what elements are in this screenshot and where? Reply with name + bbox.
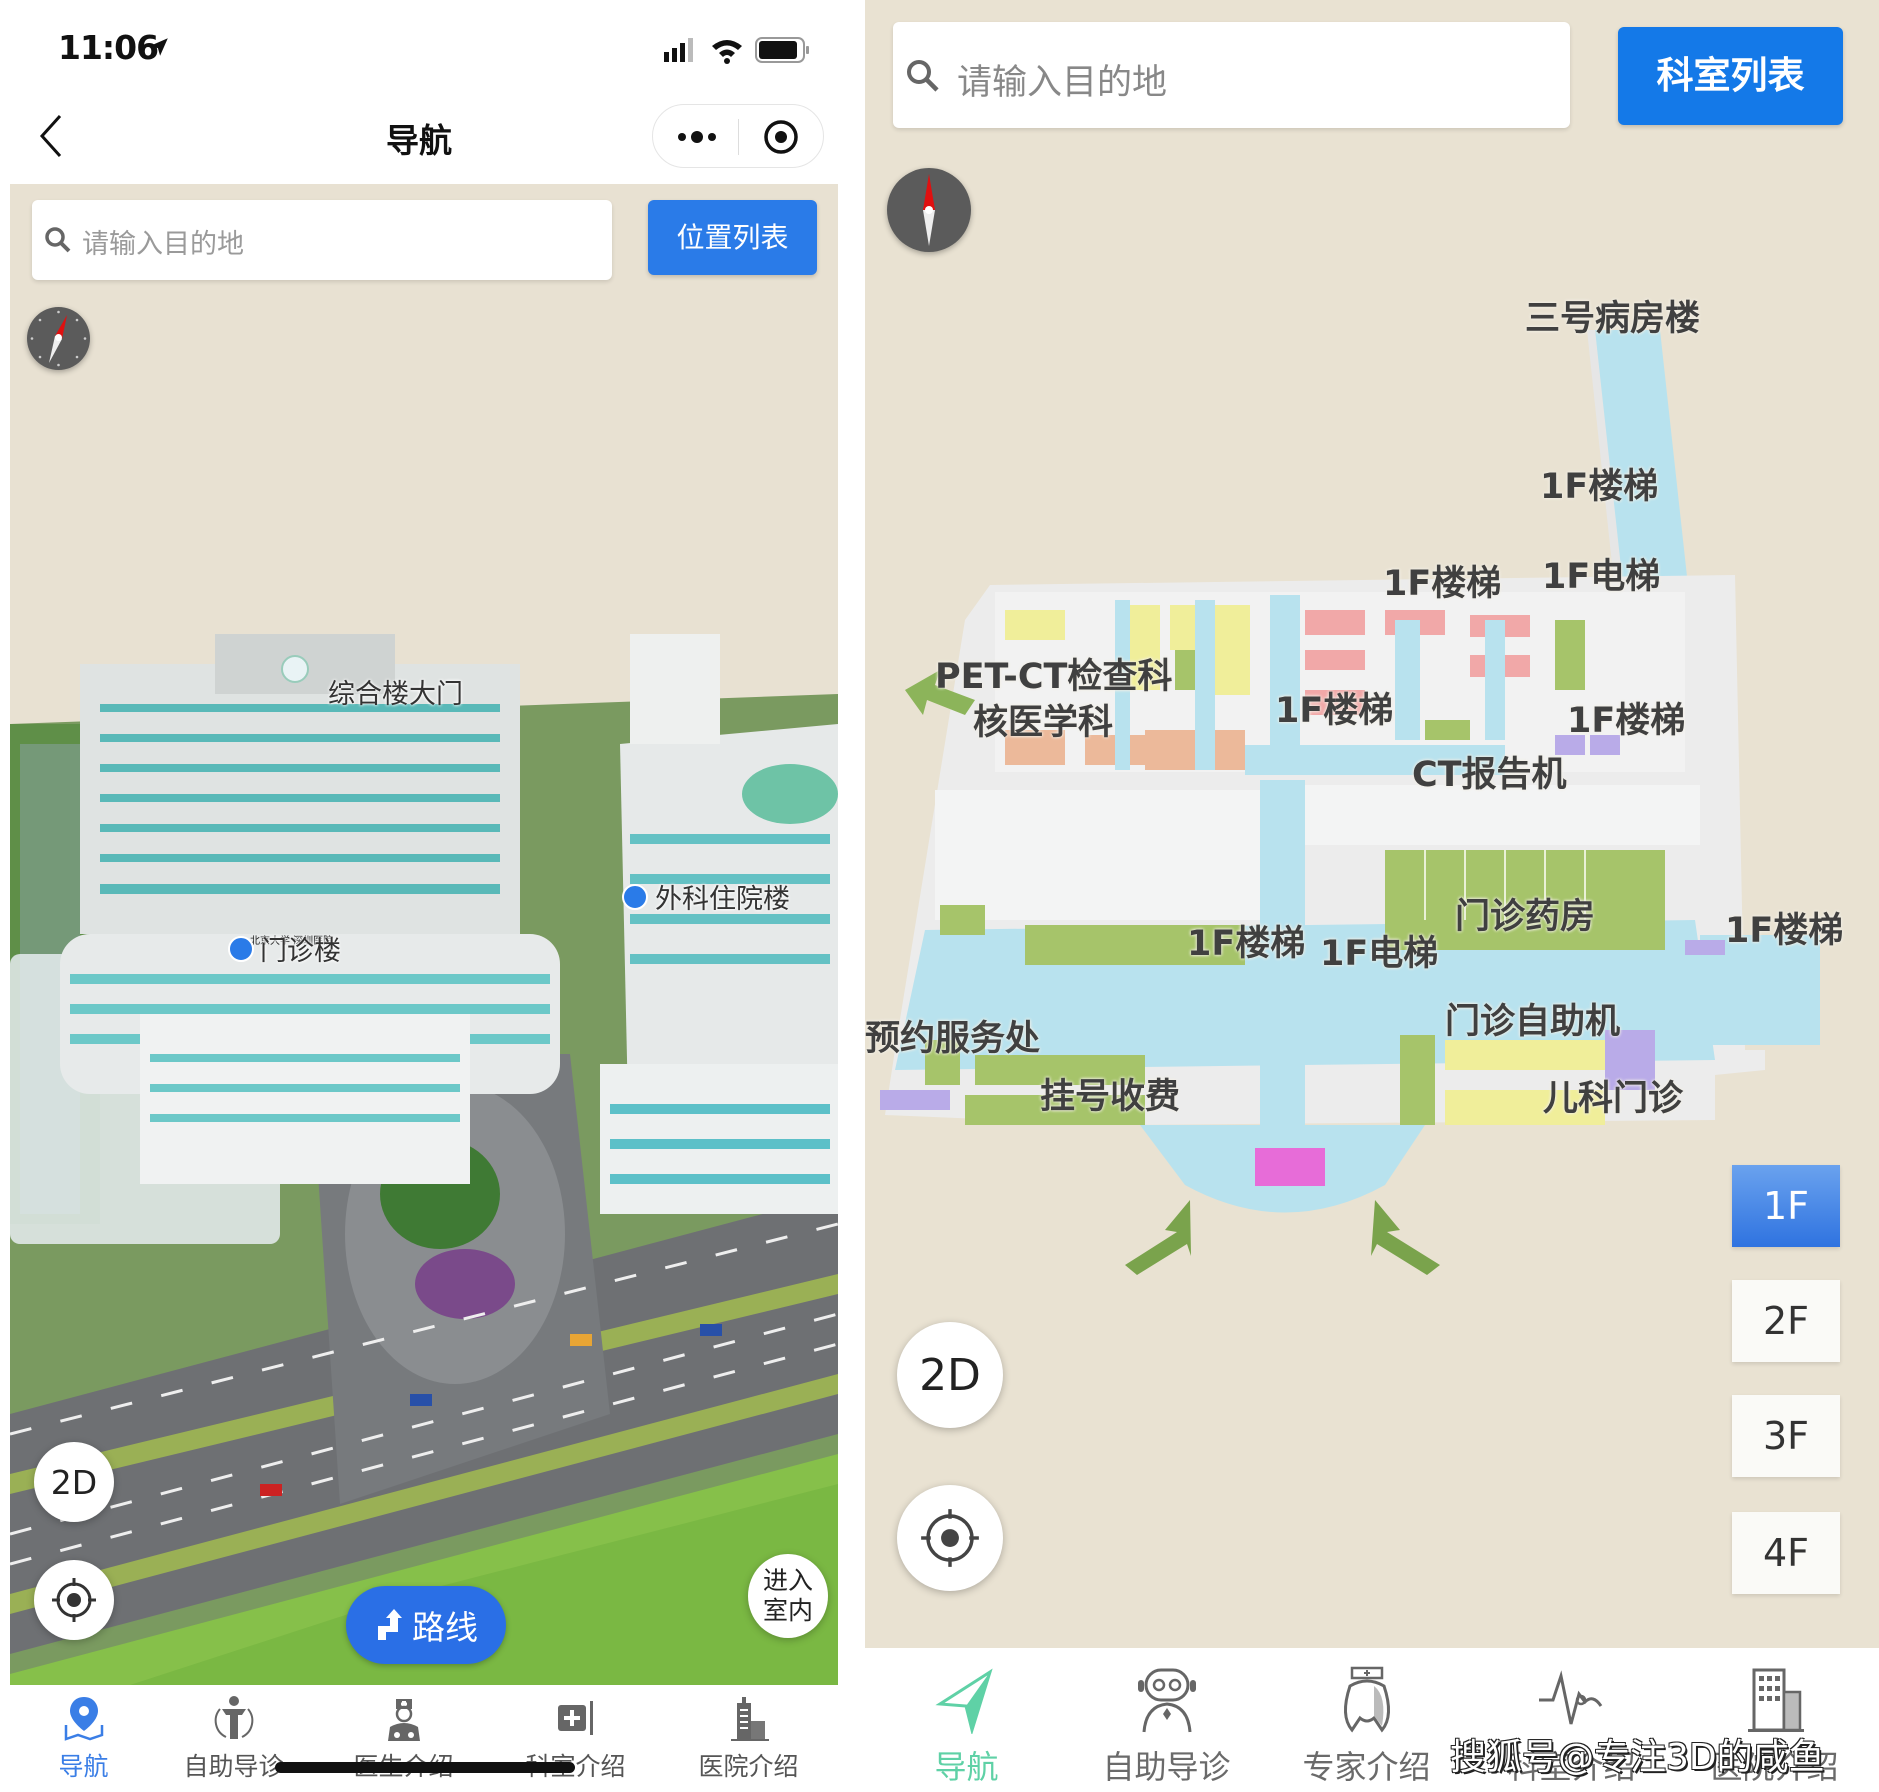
compass[interactable] bbox=[887, 168, 971, 252]
location-arrow-icon bbox=[150, 38, 168, 56]
compass[interactable] bbox=[27, 307, 90, 370]
hospital-icon bbox=[730, 1697, 769, 1741]
robot-icon bbox=[1137, 1668, 1196, 1733]
floor-2f-button[interactable]: 2F bbox=[1732, 1280, 1840, 1362]
search-input[interactable]: 请输入目的地 bbox=[32, 200, 612, 280]
tab-self-guide[interactable]: 自助导诊 bbox=[150, 1685, 317, 1792]
label-appointment-service[interactable]: 预约服务处 bbox=[865, 1010, 1040, 1061]
heartbeat-icon bbox=[1538, 1670, 1602, 1725]
tab-departments[interactable]: 科室介绍 bbox=[492, 1685, 659, 1792]
tab-doctors[interactable]: 医生介绍 bbox=[320, 1685, 487, 1792]
enter-indoor-button[interactable]: 进入 室内 bbox=[748, 1554, 828, 1638]
turn-route-icon bbox=[378, 1609, 402, 1640]
locate-crosshair-icon bbox=[52, 1578, 96, 1622]
poi-building-icon bbox=[622, 884, 648, 910]
search-placeholder: 请输入目的地 bbox=[957, 63, 1168, 103]
floor-3f-button[interactable]: 3F bbox=[1732, 1395, 1840, 1477]
label-pediatrics[interactable]: 儿科门诊 bbox=[1543, 1070, 1683, 1121]
label-pet-ct[interactable]: PET-CT检查科 bbox=[935, 648, 1172, 699]
route-button[interactable]: 路线 bbox=[346, 1586, 506, 1664]
tab-label: 导航 bbox=[934, 1748, 999, 1786]
status-icons bbox=[664, 37, 809, 64]
label-stairs[interactable]: 1F楼梯 bbox=[1383, 555, 1501, 606]
department-list-button[interactable]: 科室列表 bbox=[1618, 27, 1843, 125]
status-time: 11:06 bbox=[58, 28, 159, 67]
tab-label: 专家介绍 bbox=[1302, 1748, 1431, 1786]
tab-label: 自助导诊 bbox=[1102, 1748, 1231, 1786]
map-pin-icon bbox=[64, 1697, 103, 1741]
compass-icon bbox=[30, 310, 87, 367]
tab-hospital[interactable]: 医院介绍 bbox=[665, 1685, 832, 1792]
home-indicator bbox=[275, 1762, 575, 1773]
map-3d-view[interactable]: 请输入目的地 位置列表 综合楼大门 北京大学 深圳医院 门诊楼 外科住院楼 2D… bbox=[10, 184, 838, 1685]
tab-self-guide[interactable]: 自助导诊 bbox=[1065, 1648, 1268, 1792]
label-registration-payment[interactable]: 挂号收费 bbox=[1040, 1068, 1180, 1119]
label-self-service-kiosk[interactable]: 门诊自助机 bbox=[1445, 993, 1620, 1044]
label-stairs[interactable]: 1F楼梯 bbox=[1567, 692, 1685, 743]
label-nuclear-medicine[interactable]: 核医学科 bbox=[973, 694, 1113, 745]
battery-icon bbox=[755, 37, 809, 63]
label-stairs[interactable]: 1F楼梯 bbox=[1725, 902, 1843, 953]
label-surgical-inpatient-building[interactable]: 外科住院楼 bbox=[655, 877, 790, 916]
label-outpatient-building[interactable]: 门诊楼 bbox=[260, 929, 341, 968]
bottom-tab-bar: 导航 自助导诊 医生介绍 bbox=[0, 1685, 838, 1792]
navigation-arrow-icon bbox=[934, 1668, 993, 1734]
locate-button[interactable] bbox=[897, 1485, 1003, 1591]
compass-icon bbox=[923, 174, 935, 246]
signal-icon bbox=[664, 38, 693, 62]
search-icon bbox=[45, 227, 71, 253]
search-icon bbox=[907, 60, 939, 92]
label-elevator[interactable]: 1F电梯 bbox=[1320, 925, 1438, 976]
tab-navigation[interactable]: 导航 bbox=[865, 1648, 1068, 1792]
floor-4f-button[interactable]: 4F bbox=[1732, 1512, 1840, 1594]
route-label: 路线 bbox=[412, 1608, 478, 1647]
left-phone-screen: 11:06 导航 请输入目的地 位置列表 综合楼大门 北京大学 深圳医院 门诊楼… bbox=[0, 0, 838, 1792]
tab-experts[interactable]: 专家介绍 bbox=[1265, 1648, 1468, 1792]
miniprogram-capsule bbox=[652, 104, 824, 168]
search-placeholder: 请输入目的地 bbox=[82, 229, 244, 260]
more-dots-icon[interactable] bbox=[675, 127, 719, 147]
indoor-floor-plan[interactable] bbox=[865, 0, 1879, 1648]
view-mode-2d-button[interactable]: 2D bbox=[34, 1442, 114, 1522]
self-guide-icon bbox=[214, 1696, 253, 1739]
locate-crosshair-icon bbox=[921, 1509, 979, 1567]
expert-icon bbox=[1343, 1666, 1390, 1733]
label-outpatient-pharmacy[interactable]: 门诊药房 bbox=[1455, 888, 1595, 939]
tab-navigation[interactable]: 导航 bbox=[0, 1685, 167, 1792]
label-ct-report-machine[interactable]: CT报告机 bbox=[1412, 746, 1567, 797]
indoor-search-input[interactable]: 请输入目的地 bbox=[893, 22, 1570, 128]
tab-label: 导航 bbox=[58, 1752, 109, 1781]
watermark: 搜狐号@专注3D的咸鱼 bbox=[1450, 1737, 1825, 1778]
label-stairs[interactable]: 1F楼梯 bbox=[1187, 915, 1305, 966]
building-icon bbox=[1747, 1668, 1804, 1732]
floor-1f-button[interactable]: 1F bbox=[1732, 1165, 1840, 1247]
label-ward-building-3[interactable]: 三号病房楼 bbox=[1525, 290, 1700, 341]
doctor-icon bbox=[387, 1699, 420, 1741]
locate-button[interactable] bbox=[34, 1560, 114, 1640]
enter-indoor-line1: 进入 bbox=[762, 1566, 813, 1595]
label-elevator[interactable]: 1F电梯 bbox=[1542, 548, 1660, 599]
poi-building-icon bbox=[228, 936, 254, 962]
enter-indoor-line2: 室内 bbox=[762, 1596, 813, 1625]
right-indoor-map-screen: 请输入目的地 科室列表 三号病房楼 1F楼梯 1F楼梯 1F电梯 PET-CT检… bbox=[865, 0, 1879, 1792]
label-general-building-gate[interactable]: 综合楼大门 bbox=[328, 672, 463, 711]
close-miniprogram-icon[interactable] bbox=[763, 119, 799, 155]
wifi-icon bbox=[712, 40, 742, 64]
capsule-divider bbox=[738, 119, 739, 155]
label-stairs[interactable]: 1F楼梯 bbox=[1540, 458, 1658, 509]
department-icon bbox=[557, 1701, 593, 1735]
tab-label: 医院介绍 bbox=[698, 1752, 799, 1781]
location-list-button[interactable]: 位置列表 bbox=[648, 200, 817, 275]
view-mode-2d-button[interactable]: 2D bbox=[897, 1322, 1003, 1428]
label-stairs[interactable]: 1F楼梯 bbox=[1275, 682, 1393, 733]
campus-3d-scene bbox=[10, 634, 838, 1685]
